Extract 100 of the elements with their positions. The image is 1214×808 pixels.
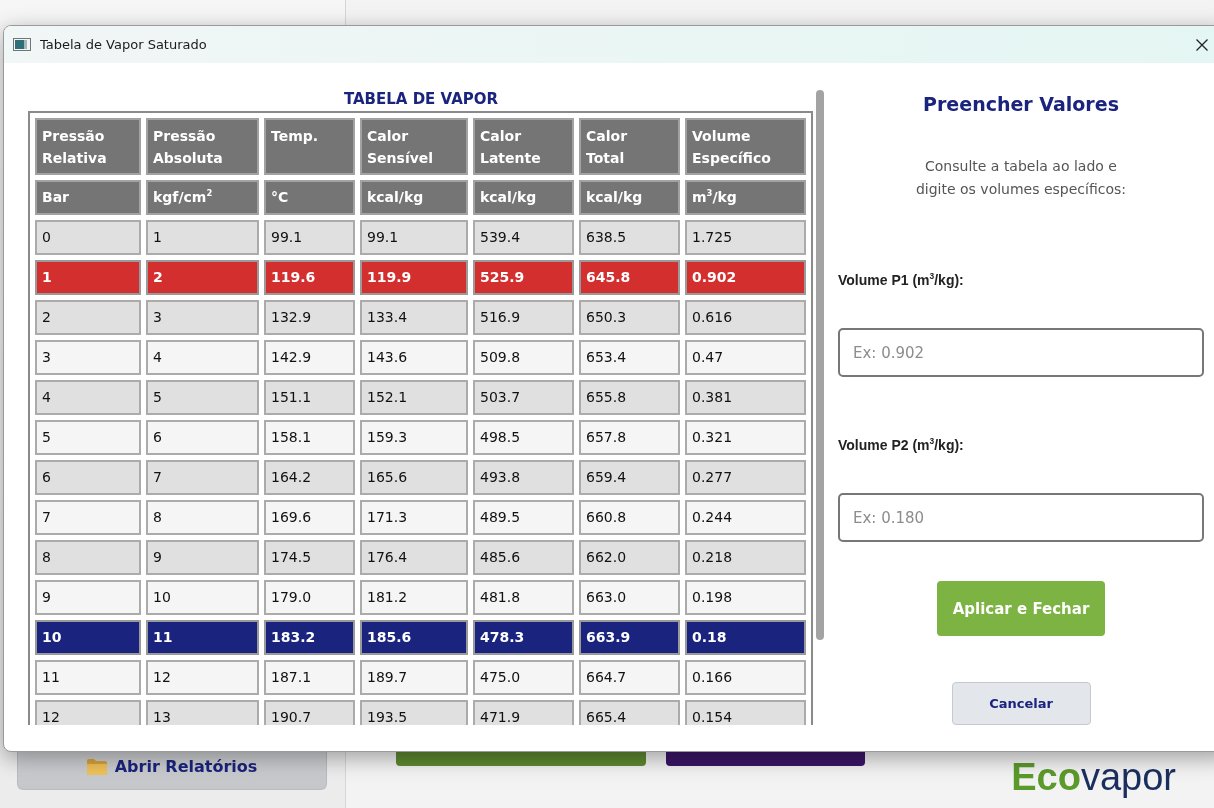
table-cell: 9 xyxy=(146,540,259,575)
table-cell: 190.7 xyxy=(264,700,355,725)
table-cell: 663.9 xyxy=(579,620,680,655)
column-header: Volume Específico xyxy=(685,118,806,175)
table-cell: 151.1 xyxy=(264,380,355,415)
table-cell: 12 xyxy=(35,700,141,725)
table-cell: 132.9 xyxy=(264,300,355,335)
table-cell: 185.6 xyxy=(360,620,468,655)
table-cell: 189.7 xyxy=(360,660,468,695)
column-header: Calor Sensível xyxy=(360,118,468,175)
table-cell: 498.5 xyxy=(473,420,574,455)
table-cell: 5 xyxy=(146,380,259,415)
table-cell: 0.616 xyxy=(685,300,806,335)
instructions-text: Consulte a tabela ao lado e digite os volumes específicos: xyxy=(914,157,1128,199)
table-cell: 159.3 xyxy=(360,420,468,455)
table-cell: 489.5 xyxy=(473,500,574,535)
table-cell: 5 xyxy=(35,420,141,455)
table-cell: 0.321 xyxy=(685,420,806,455)
unit-header: °C xyxy=(264,180,355,215)
action-button[interactable] xyxy=(396,752,646,766)
table-cell: 0.218 xyxy=(685,540,806,575)
form-title: Preencher Valores xyxy=(922,92,1120,117)
cancel-button[interactable]: Cancelar xyxy=(951,682,1091,725)
table-cell: 8 xyxy=(146,500,259,535)
table-cell: 9 xyxy=(35,580,141,615)
window-icon xyxy=(13,38,31,51)
table-cell: 8 xyxy=(35,540,141,575)
table-cell: 143.6 xyxy=(360,340,468,375)
table-cell: 165.6 xyxy=(360,460,468,495)
table-cell: 10 xyxy=(35,620,141,655)
table-cell: 664.7 xyxy=(579,660,680,695)
table-cell: 659.4 xyxy=(579,460,680,495)
table-cell: 0.166 xyxy=(685,660,806,695)
table-cell: 10 xyxy=(146,580,259,615)
table-cell: 99.1 xyxy=(360,220,468,255)
action-button[interactable] xyxy=(666,752,865,766)
table-cell: 11 xyxy=(146,620,259,655)
table-cell: 509.8 xyxy=(473,340,574,375)
table-cell: 0.381 xyxy=(685,380,806,415)
close-icon[interactable] xyxy=(1196,38,1208,51)
scrollbar-thumb[interactable] xyxy=(816,90,824,640)
table-cell: 657.8 xyxy=(579,420,680,455)
table-cell: 2 xyxy=(35,300,141,335)
table-cell: 0.154 xyxy=(685,700,806,725)
table-cell: 1 xyxy=(35,260,141,295)
table-cell: 3 xyxy=(35,340,141,375)
table-cell: 183.2 xyxy=(264,620,355,655)
table-cell: 2 xyxy=(146,260,259,295)
table-cell: 485.6 xyxy=(473,540,574,575)
table-cell: 638.5 xyxy=(579,220,680,255)
input-field[interactable]: Ex: 0.180 xyxy=(838,493,1204,542)
table-cell: 471.9 xyxy=(473,700,574,725)
logo-text: Ecovapor xyxy=(1011,756,1176,798)
table-cell: 1.725 xyxy=(685,220,806,255)
table-cell: 13 xyxy=(146,700,259,725)
table-cell: 539.4 xyxy=(473,220,574,255)
table-cell: 193.5 xyxy=(360,700,468,725)
table-cell: 0 xyxy=(35,220,141,255)
table-cell: 171.3 xyxy=(360,500,468,535)
column-header: Calor Total xyxy=(579,118,680,175)
table-cell: 0.198 xyxy=(685,580,806,615)
unit-header: m$^{3}$/kg xyxy=(685,180,806,215)
input-field[interactable]: Ex: 0.902 xyxy=(838,328,1204,377)
table-cell: 662.0 xyxy=(579,540,680,575)
table-cell: 142.9 xyxy=(264,340,355,375)
table-cell: 516.9 xyxy=(473,300,574,335)
table-cell: 665.4 xyxy=(579,700,680,725)
field-label: Volume P2 (m$^{3}$/kg): xyxy=(838,435,965,455)
table-cell: 169.6 xyxy=(264,500,355,535)
table-cell: 0.244 xyxy=(685,500,806,535)
column-header: Pressão Relativa xyxy=(35,118,141,175)
table-cell: 3 xyxy=(146,300,259,335)
table-cell: 0.47 xyxy=(685,340,806,375)
table-cell: 176.4 xyxy=(360,540,468,575)
table-cell: 653.4 xyxy=(579,340,680,375)
table-cell: 475.0 xyxy=(473,660,574,695)
table-cell: 7 xyxy=(35,500,141,535)
window-title: Tabela de Vapor Saturado xyxy=(40,37,207,52)
column-header: Pressão Absoluta xyxy=(146,118,259,175)
column-header: Calor Latente xyxy=(473,118,574,175)
table-cell: 645.8 xyxy=(579,260,680,295)
table-cell: 11 xyxy=(35,660,141,695)
unit-header: kcal/kg xyxy=(360,180,468,215)
table-cell: 481.8 xyxy=(473,580,574,615)
table-cell: 158.1 xyxy=(264,420,355,455)
table-cell: 663.0 xyxy=(579,580,680,615)
sidebar-button[interactable]: Abrir Relatórios xyxy=(17,752,327,790)
table-cell: 7 xyxy=(146,460,259,495)
table-cell: 655.8 xyxy=(579,380,680,415)
table-cell: 525.9 xyxy=(473,260,574,295)
table-cell: 179.0 xyxy=(264,580,355,615)
table-cell: 99.1 xyxy=(264,220,355,255)
table-cell: 119.9 xyxy=(360,260,468,295)
table-cell: 660.8 xyxy=(579,500,680,535)
table-cell: 0.277 xyxy=(685,460,806,495)
table-cell: 4 xyxy=(146,340,259,375)
unit-header: Bar xyxy=(35,180,141,215)
unit-header: kgf/cm$^{2}$ xyxy=(146,180,259,215)
table-cell: 152.1 xyxy=(360,380,468,415)
table-cell: 1 xyxy=(146,220,259,255)
